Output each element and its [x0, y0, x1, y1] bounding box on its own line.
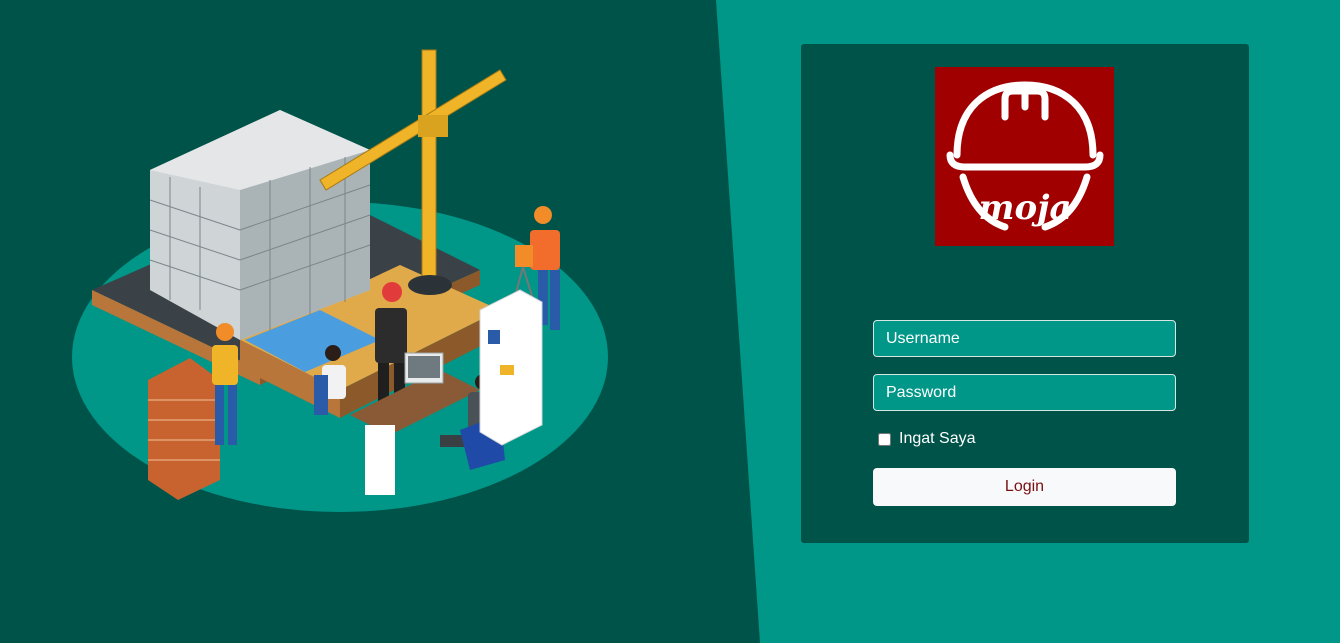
username-input[interactable] [873, 320, 1176, 357]
construction-illustration-svg [72, 49, 608, 512]
login-button[interactable]: Login [873, 468, 1176, 506]
bookshelf [479, 289, 543, 446]
brick-wall [148, 358, 220, 500]
logo-text: moja [979, 188, 1072, 228]
login-card: moja Ingat Saya Login [801, 44, 1249, 543]
moja-logo: moja [935, 67, 1114, 246]
remember-me-checkbox[interactable] [878, 432, 891, 446]
remember-me-label: Ingat Saya [899, 430, 976, 447]
password-input[interactable] [873, 374, 1176, 411]
construction-site-illustration [60, 40, 620, 520]
remember-me-row[interactable]: Ingat Saya [877, 430, 976, 448]
hardhat-logo-icon: moja [946, 81, 1104, 231]
